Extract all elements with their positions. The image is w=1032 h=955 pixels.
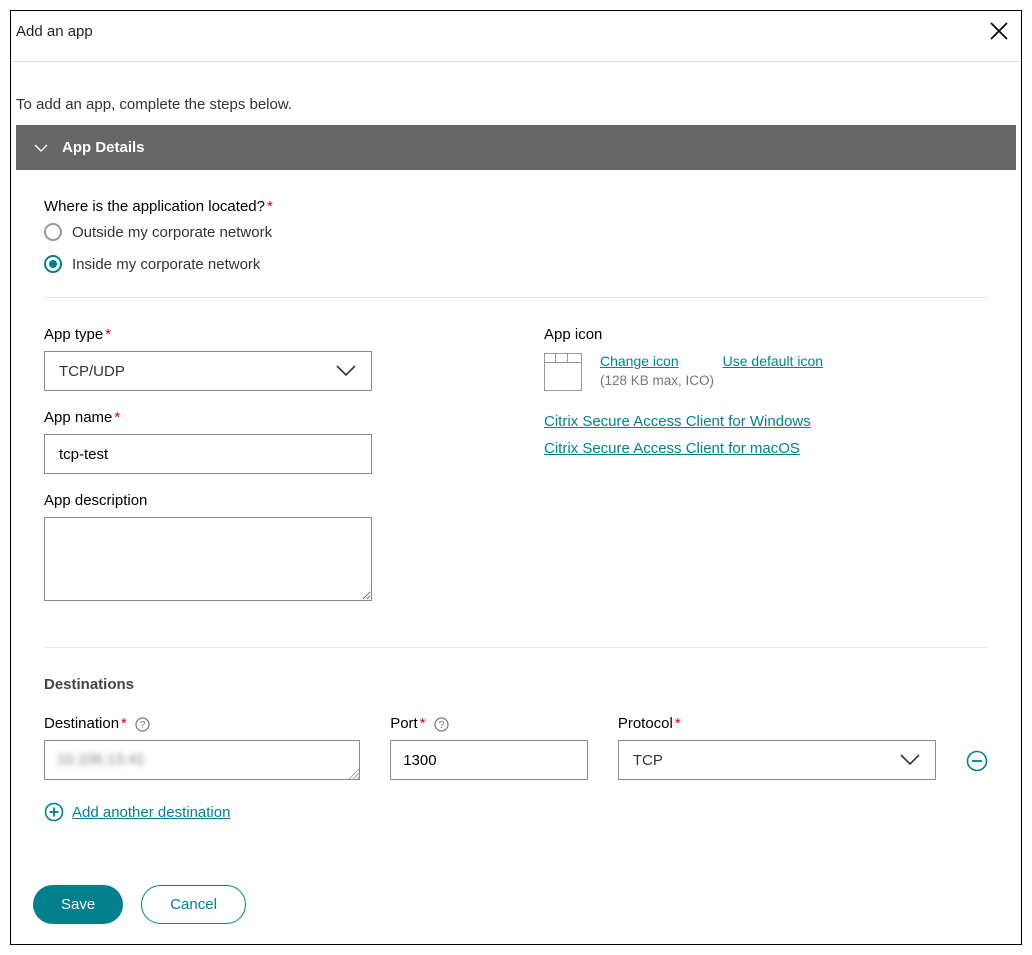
section-header-label: App Details [62,139,145,156]
port-input[interactable] [390,740,588,780]
radio-label-inside: Inside my corporate network [72,256,260,273]
app-description-textarea[interactable] [44,517,372,601]
chevron-down-icon [335,364,357,378]
info-icon[interactable]: ? [434,717,449,732]
protocol-select[interactable]: TCP [618,740,936,780]
remove-destination-icon[interactable] [966,750,988,772]
app-type-label: App type* [44,326,504,343]
section-header-app-details[interactable]: App Details [16,125,1016,170]
download-macos-link[interactable]: Citrix Secure Access Client for macOS [544,440,988,457]
radio-outside-network[interactable]: Outside my corporate network [44,223,988,241]
app-type-value: TCP/UDP [59,363,125,380]
destination-label: Destination* ? [44,715,360,732]
divider [44,647,988,648]
radio-icon [44,255,62,273]
dialog-header: Add an app [11,11,1021,62]
chevron-down-icon [899,753,921,767]
icon-hint: (128 KB max, ICO) [600,373,823,388]
change-icon-link[interactable]: Change icon [600,353,679,369]
protocol-label: Protocol* [618,715,936,732]
app-description-label: App description [44,492,504,509]
destinations-heading: Destinations [44,676,988,693]
radio-inside-network[interactable]: Inside my corporate network [44,255,988,273]
destination-row: Destination* ? 10.106.13.41 Port* [44,715,988,780]
download-windows-link[interactable]: Citrix Secure Access Client for Windows [544,413,988,430]
radio-label-outside: Outside my corporate network [72,224,272,241]
dialog-footer: Save Cancel [33,885,246,924]
add-destination-button[interactable]: Add another destination [44,802,988,822]
add-app-dialog: Add an app To add an app, complete the s… [10,10,1022,945]
resize-handle-icon [349,769,359,779]
chevron-down-icon [34,141,48,155]
radio-icon [44,223,62,241]
svg-text:?: ? [140,720,146,731]
app-name-input[interactable] [44,434,372,474]
destination-input[interactable]: 10.106.13.41 [44,740,360,780]
add-destination-label: Add another destination [72,804,230,821]
location-label: Where is the application located?* [44,198,988,215]
divider [44,297,988,298]
use-default-icon-link[interactable]: Use default icon [723,353,823,369]
cancel-button[interactable]: Cancel [141,885,246,924]
info-icon[interactable]: ? [135,717,150,732]
app-icon-label: App icon [544,326,988,343]
app-icon-placeholder [544,353,582,391]
dialog-title: Add an app [16,23,93,40]
app-type-select[interactable]: TCP/UDP [44,351,372,391]
close-icon[interactable] [987,19,1011,43]
port-label: Port* ? [390,715,588,732]
save-button[interactable]: Save [33,885,123,924]
protocol-value: TCP [633,752,663,769]
intro-text: To add an app, complete the steps below. [16,96,1016,113]
plus-circle-icon [44,802,64,822]
svg-text:?: ? [438,720,444,731]
app-name-label: App name* [44,409,504,426]
